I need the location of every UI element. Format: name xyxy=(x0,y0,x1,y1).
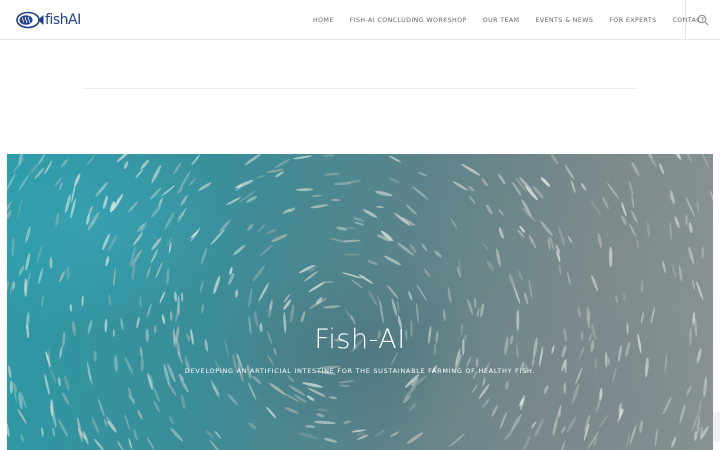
nav-events-news[interactable]: EVENTS & NEWS xyxy=(535,17,593,24)
recaptcha-badge-edge[interactable] xyxy=(713,412,720,442)
hero-banner: Fish-AI DEVELOPING AN ARTIFICIAL INTESTI… xyxy=(7,154,713,450)
section-divider xyxy=(84,88,636,89)
hero-subtitle: DEVELOPING AN ARTIFICIAL INTESTINE FOR T… xyxy=(184,367,536,375)
logo-text: fishAI xyxy=(45,12,81,28)
nav-our-team[interactable]: OUR TEAM xyxy=(483,17,520,24)
search-icon xyxy=(697,14,709,26)
fish-school-image xyxy=(7,154,713,450)
main-nav: HOME FISH-AI CONCLUDING WORKSHOP OUR TEA… xyxy=(313,0,720,40)
site-header: fishAI HOME FISH-AI CONCLUDING WORKSHOP … xyxy=(0,0,720,40)
nav-home[interactable]: HOME xyxy=(313,17,334,24)
nav-for-experts[interactable]: FOR EXPERTS xyxy=(609,17,656,24)
site-logo[interactable]: fishAI xyxy=(16,9,81,31)
hero-title: Fish-AI xyxy=(314,324,406,355)
search-button[interactable] xyxy=(685,0,720,40)
nav-concluding-workshop[interactable]: FISH-AI CONCLUDING WORKSHOP xyxy=(350,17,467,24)
fish-logo-icon xyxy=(16,11,44,29)
